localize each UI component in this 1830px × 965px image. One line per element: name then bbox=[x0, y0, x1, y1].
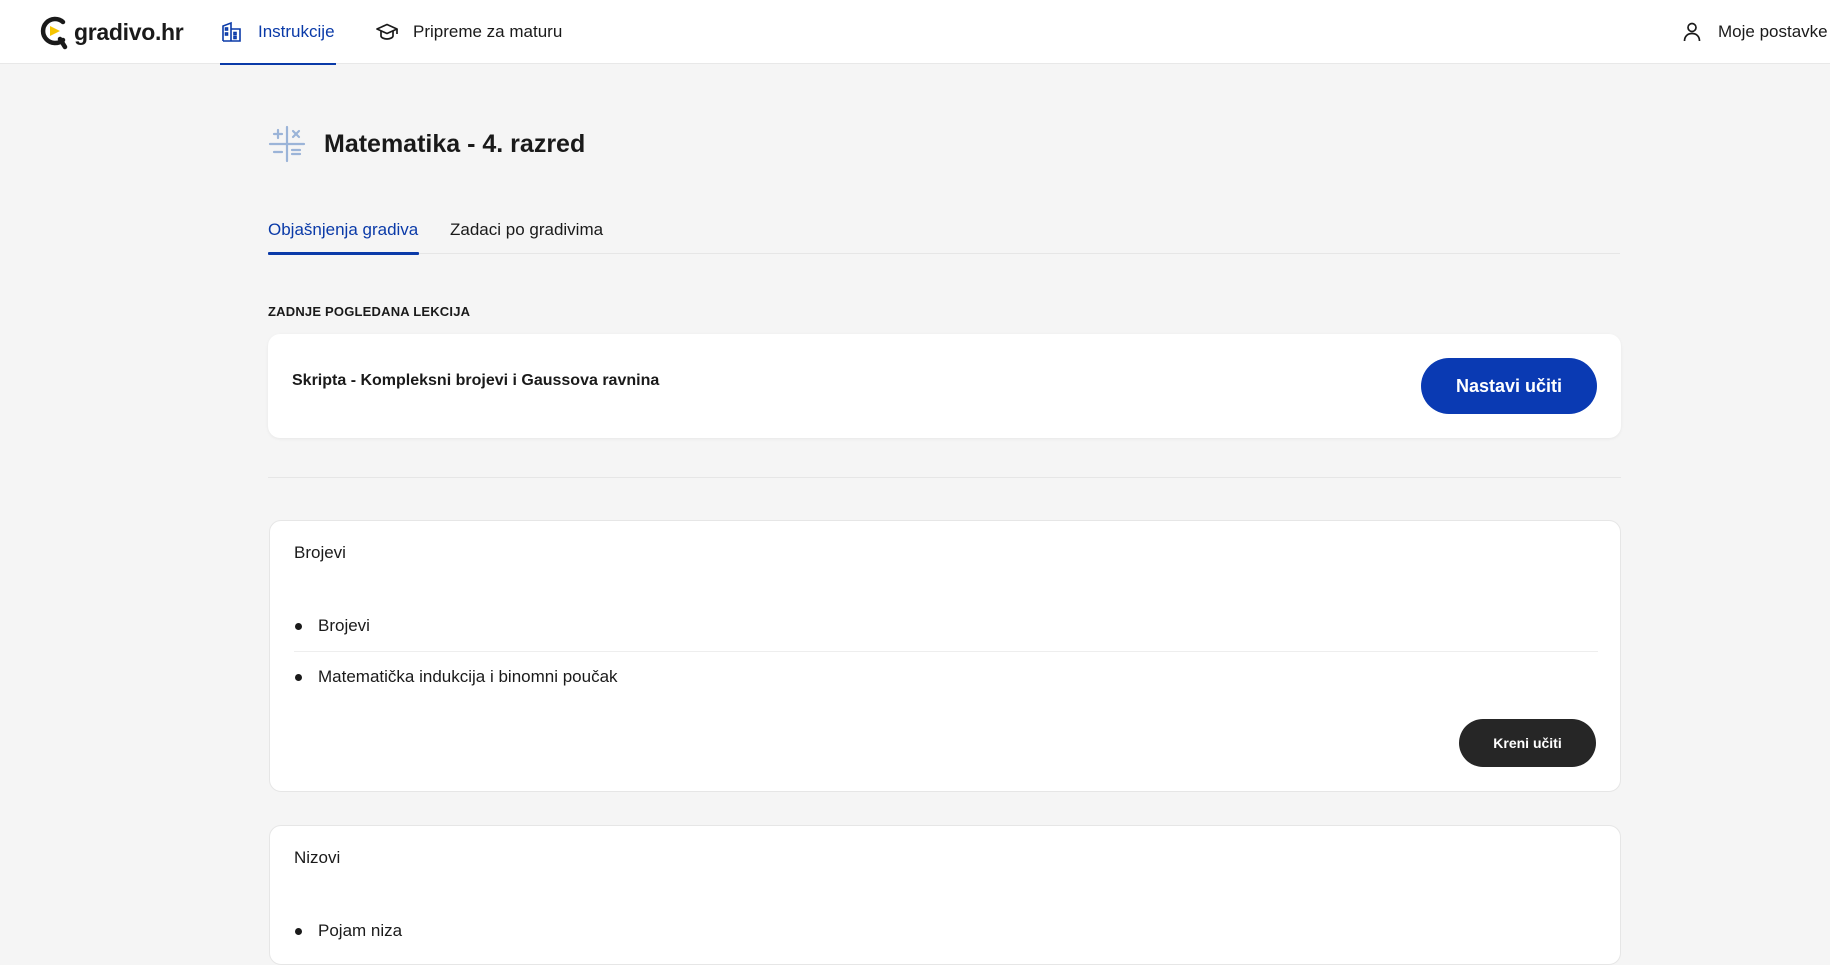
user-settings-link[interactable]: Moje postavke bbox=[1680, 0, 1828, 64]
tab-zadaci-po-gradivima[interactable]: Zadaci po gradivima bbox=[450, 212, 603, 254]
list-item[interactable]: Matematička indukcija i binomni poučak bbox=[294, 651, 1598, 701]
nav-item-instrukcije[interactable]: Instrukcije bbox=[220, 0, 336, 65]
topic-title: Nizovi bbox=[294, 848, 341, 867]
page-title: Matematika - 4. razred bbox=[324, 129, 586, 158]
math-operators-icon bbox=[268, 125, 306, 163]
lesson-list: Brojevi Matematička indukcija i binomni … bbox=[294, 601, 1598, 701]
user-icon bbox=[1683, 22, 1701, 42]
logo-text: gradivo.hr bbox=[74, 18, 184, 45]
start-learning-button[interactable]: Kreni učiti bbox=[1459, 719, 1596, 767]
logo[interactable]: gradivo.hr bbox=[38, 12, 184, 52]
top-navbar: gradivo.hr Instrukcije Pripreme za matur… bbox=[0, 0, 1830, 65]
content-tabs: Objašnjenja gradiva Zadaci po gradivima bbox=[268, 212, 1620, 255]
last-viewed-heading: ZADNJE POGLEDANA LEKCIJA bbox=[268, 304, 471, 319]
continue-learning-button[interactable]: Nastavi učiti bbox=[1421, 358, 1597, 414]
building-icon bbox=[222, 21, 241, 42]
nav-label: Instrukcije bbox=[258, 22, 335, 41]
topic-card: Brojevi Brojevi Matematička indukcija i … bbox=[269, 520, 1621, 792]
nav-label: Pripreme za maturu bbox=[413, 22, 563, 41]
logo-icon bbox=[40, 16, 68, 50]
topic-title: Brojevi bbox=[294, 543, 346, 562]
topic-card: Nizovi Pojam niza bbox=[269, 825, 1621, 965]
graduation-cap-icon bbox=[376, 23, 398, 40]
nav-item-pripreme[interactable]: Pripreme za maturu bbox=[375, 0, 562, 64]
section-divider bbox=[268, 477, 1621, 478]
page-header: Matematika - 4. razred bbox=[268, 124, 585, 164]
list-item[interactable]: Pojam niza bbox=[294, 906, 1598, 956]
last-viewed-lesson: Skripta - Kompleksni brojevi i Gaussova … bbox=[292, 372, 660, 389]
list-item[interactable]: Brojevi bbox=[294, 601, 1598, 651]
tab-objasnjenja-gradiva[interactable]: Objašnjenja gradiva bbox=[268, 212, 419, 255]
lesson-list: Pojam niza bbox=[294, 906, 1598, 956]
user-settings-label: Moje postavke bbox=[1718, 22, 1828, 41]
last-viewed-card: Skripta - Kompleksni brojevi i Gaussova … bbox=[268, 334, 1621, 438]
